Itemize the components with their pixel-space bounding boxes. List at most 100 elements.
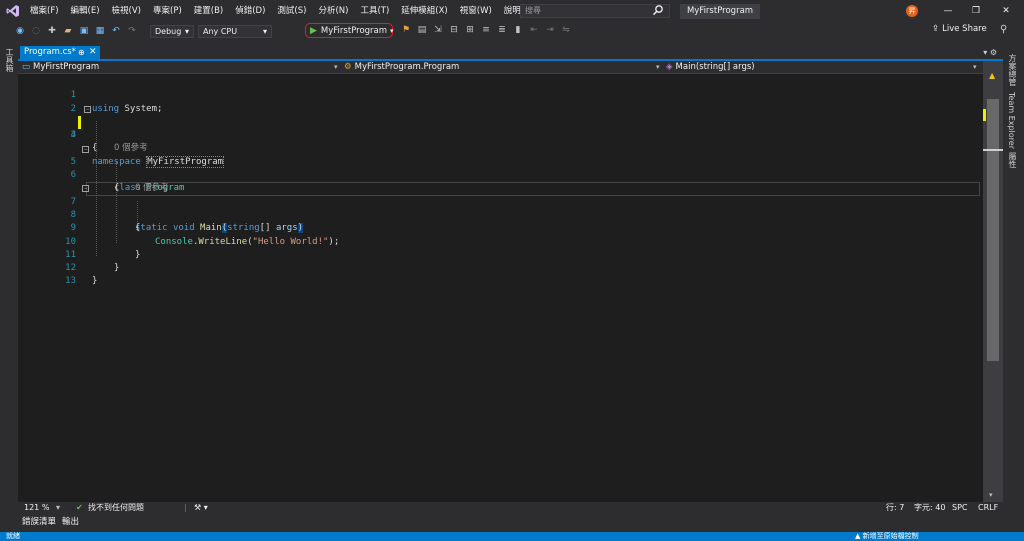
bookmark-next-icon[interactable]: ⇥ <box>544 24 556 36</box>
chevron-down-icon: ▾ <box>184 26 189 36</box>
tab-overflow-icon[interactable]: ▾ ⚙ <box>983 46 997 59</box>
menu-test[interactable]: 測試(S) <box>271 0 312 22</box>
member-dropdown[interactable]: ◈ Main(string[] args) <box>666 61 976 74</box>
chevron-down-icon: ▾ <box>390 26 394 35</box>
code-line: 2 <box>18 89 983 114</box>
editor-vertical-scrollbar[interactable]: ▲ ▾ <box>983 61 1003 502</box>
menu-window[interactable]: 視窗(W) <box>454 0 498 22</box>
bookmark-prev-icon[interactable]: ⇤ <box>528 24 540 36</box>
right-tool-strip: 方案總管 Team Explorer 屬性 <box>1003 40 1024 520</box>
comment-icon[interactable]: ≡ <box>480 24 492 36</box>
project-dropdown-value: MyFirstProgram <box>33 62 100 72</box>
chevron-down-icon: ▾ <box>334 63 338 71</box>
menu-project[interactable]: 專案(P) <box>147 0 188 22</box>
collapse-icon[interactable]: − <box>82 185 89 193</box>
format-icon[interactable]: ⊞ <box>464 24 476 36</box>
member-dropdown-value: Main(string[] args) <box>675 62 755 72</box>
code-line: 7 − static void Main(string[] args) <box>18 182 983 234</box>
navigate-back-icon[interactable]: ◉ <box>14 25 26 37</box>
column-indicator: 字元: 40 <box>914 503 946 512</box>
class-icon: ⚙ <box>344 62 352 72</box>
change-marker <box>983 109 986 121</box>
visual-studio-logo-icon[interactable] <box>2 0 24 22</box>
code-line: 0 個參考 <box>18 169 983 193</box>
screenshot-icon[interactable]: ▤ <box>416 24 428 36</box>
class-dropdown[interactable]: ⚙ MyFirstProgram.Program <box>344 61 664 74</box>
chevron-down-icon: ▾ <box>262 26 267 36</box>
warning-icon[interactable]: ▲ <box>989 71 995 80</box>
line-ending-indicator: CRLF <box>978 503 999 512</box>
menu-edit[interactable]: 編輯(E) <box>65 0 106 22</box>
menu-file[interactable]: 檔案(F) <box>24 0 65 22</box>
solution-platform-dropdown[interactable]: Any CPU ▾ <box>198 24 272 38</box>
menu-tools[interactable]: 工具(T) <box>354 0 395 22</box>
start-debug-button[interactable]: ▶ MyFirstProgram ▾ <box>305 23 394 38</box>
close-icon[interactable]: ✕ <box>89 46 97 59</box>
restore-button[interactable]: ❐ <box>966 4 986 18</box>
navigate-forward-icon[interactable]: ◌ <box>30 25 42 37</box>
tab-program-cs[interactable]: Program.cs* ⊕ ✕ <box>20 46 100 59</box>
collapse-icon[interactable]: − <box>84 105 91 113</box>
toolbox-tab[interactable]: 工具箱 <box>4 48 15 72</box>
live-share-button[interactable]: ⇪ Live Share <box>932 24 987 34</box>
pin-icon[interactable]: ⊕ <box>78 46 85 59</box>
document-tab-bar: Program.cs* ⊕ ✕ ▾ ⚙ <box>18 46 1003 61</box>
issues-status[interactable]: 找不到任何問題 <box>88 502 144 514</box>
team-explorer-tab[interactable]: Team Explorer <box>1007 92 1016 149</box>
bookmark-icon[interactable]: ▮ <box>512 24 524 36</box>
collapse-icon[interactable]: − <box>82 145 89 153</box>
redo-icon[interactable]: ↷ <box>126 25 138 37</box>
code-line: 0 個參考 <box>18 129 983 153</box>
new-project-icon[interactable]: ✚ <box>46 25 58 37</box>
code-line: 3 − namespace MyFirstProgram <box>18 103 983 168</box>
scrollbar-thumb[interactable] <box>987 99 999 361</box>
menu-debug[interactable]: 偵錯(D) <box>229 0 271 22</box>
scroll-down-icon[interactable]: ▾ <box>989 491 993 499</box>
check-circle-icon: ✔ <box>76 503 83 512</box>
live-share-label: Live Share <box>942 24 987 34</box>
minimize-button[interactable]: — <box>938 4 958 18</box>
properties-tab[interactable]: 屬性 <box>1007 152 1018 168</box>
menu-view[interactable]: 檢視(V) <box>106 0 147 22</box>
feedback-icon[interactable]: ⚲ <box>1000 24 1007 35</box>
code-line: 5 − class Program <box>18 143 983 193</box>
search-input[interactable]: 搜尋 <box>520 4 670 18</box>
code-cleanup-icon[interactable]: ⚒ ▾ <box>194 502 208 514</box>
zoom-level[interactable]: 121 % <box>24 502 49 514</box>
bottom-panel-tabs: 錯誤清單 輸出 <box>18 515 1003 530</box>
undo-icon[interactable]: ↶ <box>110 25 122 37</box>
project-dropdown[interactable]: ▭ MyFirstProgram <box>22 61 342 74</box>
left-tool-strip: 工具箱 <box>0 40 18 532</box>
solution-config-value: Debug <box>155 26 182 36</box>
chevron-down-icon: ▾ <box>973 63 977 71</box>
zoom-dropdown-icon[interactable]: ▾ <box>56 502 60 514</box>
layout-icon[interactable]: ⊟ <box>448 24 460 36</box>
code-line: 12 } <box>18 249 983 286</box>
close-window-button[interactable]: ✕ <box>996 4 1016 18</box>
tab-output[interactable]: 輸出 <box>62 515 79 530</box>
code-editor[interactable]: 1 using System; 2 3 − namespace MyFirstP… <box>18 74 983 502</box>
save-all-icon[interactable]: ▦ <box>94 25 106 37</box>
step-icon[interactable]: ⇲ <box>432 24 444 36</box>
save-icon[interactable]: ▣ <box>78 25 90 37</box>
live-share-icon: ⇪ <box>932 24 940 34</box>
bookmark-clear-icon[interactable]: ⇋ <box>560 24 572 36</box>
open-file-icon[interactable]: ▰ <box>62 25 74 37</box>
menu-extensions[interactable]: 延伸模組(X) <box>395 0 453 22</box>
source-control-button[interactable]: ▲ 新增至原始檔控制 <box>855 532 919 541</box>
menu-analyze[interactable]: 分析(N) <box>312 0 354 22</box>
source-control-label: 新增至原始檔控制 <box>862 532 919 540</box>
start-target-label: MyFirstProgram <box>320 25 388 36</box>
tab-error-list[interactable]: 錯誤清單 <box>22 515 56 530</box>
menu-build[interactable]: 建置(B) <box>188 0 229 22</box>
chevron-down-icon: ▾ <box>656 63 660 71</box>
hot-reload-icon[interactable]: ⚑ <box>400 24 412 36</box>
code-line: 6 { <box>18 156 983 193</box>
search-icon[interactable] <box>652 4 666 18</box>
solution-config-dropdown[interactable]: Debug ▾ <box>150 24 194 38</box>
code-line: 9 Console.WriteLine("Hello World!"); <box>18 209 983 246</box>
user-avatar[interactable]: 昇 <box>906 5 918 17</box>
uncomment-icon[interactable]: ≣ <box>496 24 508 36</box>
solution-explorer-tab[interactable]: 方案總管 <box>1007 54 1018 86</box>
code-line: 4 { <box>18 116 983 153</box>
